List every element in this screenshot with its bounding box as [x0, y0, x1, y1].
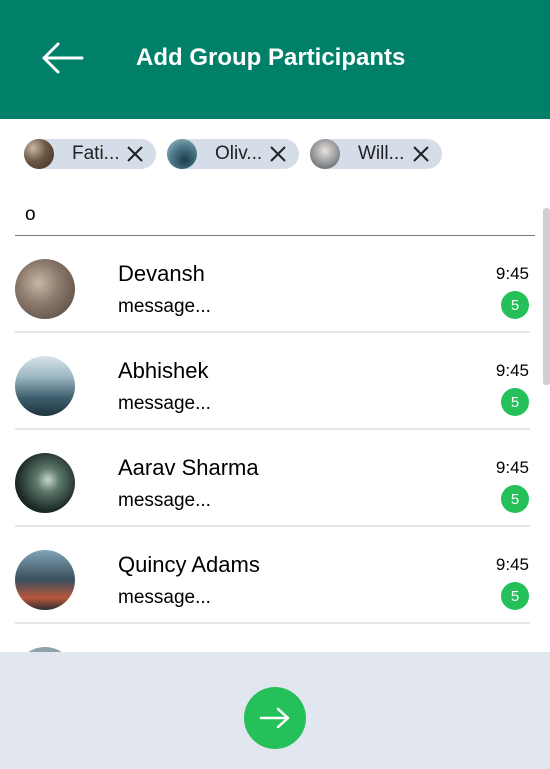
participant-chip: Will...	[310, 139, 442, 169]
search-bar	[15, 196, 535, 236]
avatar	[15, 259, 75, 319]
search-input[interactable]	[15, 196, 535, 234]
next-button[interactable]	[244, 687, 306, 749]
avatar	[15, 356, 75, 416]
close-icon	[127, 146, 143, 162]
close-icon	[270, 146, 286, 162]
message-time: 9:45	[495, 555, 529, 574]
contact-name: Abhishek	[118, 358, 209, 383]
selected-participants: Fati... Oliv... Will...	[24, 139, 442, 169]
contact-list: Devansh message... 9:45 5 Abhishek messa…	[0, 236, 550, 652]
contact-row[interactable]: Devansh message... 9:45 5	[15, 236, 530, 333]
contact-name: Quincy Adams	[118, 552, 260, 577]
last-message: message...	[118, 393, 211, 414]
remove-participant-button[interactable]	[410, 143, 432, 165]
avatar	[15, 550, 75, 610]
unread-badge: 5	[501, 485, 529, 513]
message-time: 9:45	[495, 458, 529, 477]
message-time: 9:45	[495, 264, 529, 283]
arrow-left-icon	[42, 42, 84, 74]
avatar	[24, 139, 54, 169]
contact-row[interactable]	[15, 624, 530, 652]
last-message: message...	[118, 296, 211, 317]
back-button[interactable]	[40, 38, 84, 78]
last-message: message...	[118, 587, 211, 608]
remove-participant-button[interactable]	[267, 143, 289, 165]
chip-label: Fati...	[72, 143, 120, 164]
contact-row[interactable]: Aarav Sharma message... 9:45 5	[15, 430, 530, 527]
page-title: Add Group Participants	[136, 44, 406, 71]
unread-badge: 5	[501, 291, 529, 319]
participant-chip: Oliv...	[167, 139, 299, 169]
contact-row[interactable]: Quincy Adams message... 9:45 5	[15, 527, 530, 624]
chip-label: Oliv...	[215, 143, 263, 164]
last-message: message...	[118, 490, 211, 511]
message-time: 9:45	[495, 361, 529, 380]
participant-chip: Fati...	[24, 139, 156, 169]
unread-badge: 5	[501, 582, 529, 610]
avatar	[310, 139, 340, 169]
footer-bar	[0, 652, 550, 769]
contact-row[interactable]: Abhishek message... 9:45 5	[15, 333, 530, 430]
unread-badge: 5	[501, 388, 529, 416]
remove-participant-button[interactable]	[124, 143, 146, 165]
scrollbar[interactable]	[543, 208, 550, 385]
close-icon	[413, 146, 429, 162]
arrow-right-icon	[259, 707, 290, 729]
avatar	[15, 453, 75, 513]
contact-name: Aarav Sharma	[118, 455, 259, 480]
chip-label: Will...	[358, 143, 405, 164]
app-header: Add Group Participants	[0, 0, 550, 119]
contact-name: Devansh	[118, 261, 205, 286]
avatar	[167, 139, 197, 169]
